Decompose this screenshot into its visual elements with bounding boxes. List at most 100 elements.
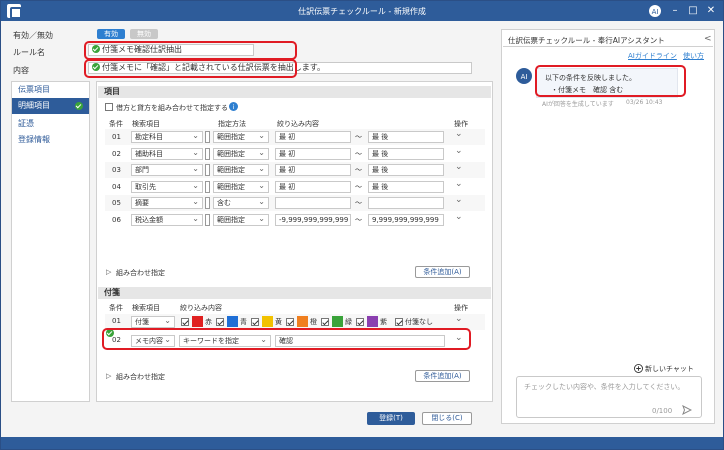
add-condition-button[interactable]: 条件追加(A) bbox=[415, 370, 470, 382]
collapse-chevron-icon[interactable]: < bbox=[704, 34, 712, 44]
highlight-content bbox=[84, 59, 297, 78]
main-panel: 項目 借方と貸方を組み合わせて指定する i 条件 検索項目 指定方法 絞り込み内… bbox=[96, 81, 493, 402]
range-to-input[interactable]: 最 後 bbox=[368, 164, 444, 176]
title-bar: 仕訳伝票チェックルール - 新規作成 AI – □ ✕ bbox=[1, 1, 723, 21]
bottom-bar bbox=[1, 437, 723, 449]
range-to-input[interactable]: 最 後 bbox=[368, 131, 444, 143]
row-menu-chevron-icon[interactable]: ⌄ bbox=[455, 314, 463, 324]
col-header-item: 検索項目 bbox=[132, 120, 160, 128]
send-icon[interactable] bbox=[682, 405, 692, 415]
howto-link[interactable]: 使い方 bbox=[683, 51, 704, 61]
bracket-toggle[interactable] bbox=[205, 197, 210, 209]
combo-expander-icon[interactable]: ▷ bbox=[106, 372, 111, 380]
range-from-input[interactable]: 最 初 bbox=[275, 131, 351, 143]
rule-name-label: ルール名 bbox=[13, 48, 45, 57]
sidebar-item-detail[interactable]: 明細項目 bbox=[12, 98, 89, 114]
close-button[interactable]: 閉じる(C) bbox=[422, 412, 472, 425]
row-menu-chevron-icon[interactable]: ⌄ bbox=[455, 195, 463, 205]
bracket-toggle[interactable] bbox=[205, 180, 210, 193]
range-tilde: ～ bbox=[355, 215, 362, 224]
sticky-color-checkbox[interactable] bbox=[321, 318, 329, 326]
sticky-color-checkbox[interactable] bbox=[181, 318, 189, 326]
sidebar-item-registration[interactable]: 登録情報 bbox=[12, 132, 89, 148]
row-number: 04 bbox=[112, 182, 121, 191]
row-number: 01 bbox=[112, 317, 121, 325]
add-condition-button[interactable]: 条件追加(A) bbox=[415, 266, 470, 278]
range-to-input[interactable]: 最 後 bbox=[368, 147, 444, 160]
sticky-none-label: 付箋なし bbox=[405, 318, 433, 326]
assistant-title: 仕訳伝票チェックルール - 奉行AIアシスタント bbox=[508, 36, 665, 45]
svg-text:i: i bbox=[233, 104, 235, 111]
method-select[interactable]: 範囲指定 bbox=[213, 164, 269, 176]
sticky-color-swatch bbox=[227, 316, 238, 327]
item-select[interactable]: 税込金額 bbox=[131, 213, 203, 226]
method-select[interactable]: 含む bbox=[213, 197, 269, 209]
sidebar-item-slip[interactable]: 伝票項目 bbox=[12, 82, 89, 98]
row-menu-chevron-icon[interactable]: ⌄ bbox=[455, 162, 463, 172]
enabled-on-toggle[interactable]: 有効 bbox=[97, 29, 125, 39]
sticky-color-checkbox[interactable] bbox=[216, 318, 224, 326]
new-chat-icon[interactable] bbox=[634, 364, 643, 373]
sticky-color-swatch bbox=[332, 316, 343, 327]
item-select[interactable]: 勘定科目 bbox=[131, 131, 203, 143]
row-number: 03 bbox=[112, 166, 121, 174]
sticky-color-checkbox[interactable] bbox=[356, 318, 364, 326]
minimize-icon[interactable]: – bbox=[668, 4, 682, 18]
sidebar-item-voucher[interactable]: 証憑 bbox=[12, 116, 89, 132]
range-to-input[interactable]: 9,999,999,999,999 bbox=[368, 213, 444, 226]
row-menu-chevron-icon[interactable]: ⌄ bbox=[455, 146, 463, 156]
row-number: 02 bbox=[112, 149, 121, 158]
row-number: 05 bbox=[112, 199, 121, 207]
combine-checkbox[interactable] bbox=[105, 103, 113, 111]
sticky-color-checkbox[interactable] bbox=[251, 318, 259, 326]
combo-expander-icon[interactable]: ▷ bbox=[106, 268, 111, 276]
sticky-color-swatch bbox=[192, 316, 203, 327]
sticky-color-swatch bbox=[262, 316, 273, 327]
sticky-color-checkbox[interactable] bbox=[286, 318, 294, 326]
enabled-off-toggle[interactable]: 無効 bbox=[130, 29, 158, 39]
range-from-input[interactable]: 最 初 bbox=[275, 180, 351, 193]
info-icon[interactable]: i bbox=[229, 102, 238, 111]
sticky-color-label: 黄 bbox=[275, 318, 282, 326]
range-from-input[interactable] bbox=[275, 197, 351, 209]
col-header-item: 検索項目 bbox=[132, 304, 160, 312]
sticky-item-select[interactable]: 付箋 bbox=[131, 316, 175, 328]
svg-text:AI: AI bbox=[652, 8, 659, 16]
ai-guideline-link[interactable]: AIガイドライン bbox=[628, 51, 677, 61]
combo-label[interactable]: 組み合わせ指定 bbox=[116, 268, 165, 278]
maximize-icon[interactable]: □ bbox=[686, 4, 700, 18]
range-from-input[interactable]: 最 初 bbox=[275, 147, 351, 160]
bracket-toggle[interactable] bbox=[205, 164, 210, 176]
range-tilde: ～ bbox=[355, 182, 362, 191]
range-to-input[interactable] bbox=[368, 197, 444, 209]
new-chat-button[interactable]: 新しいチャット bbox=[645, 364, 694, 374]
assistant-panel: 仕訳伝票チェックルール - 奉行AIアシスタント < AIガイドライン 使い方 … bbox=[501, 29, 715, 424]
bracket-toggle[interactable] bbox=[205, 147, 210, 160]
row-menu-chevron-icon[interactable]: ⌄ bbox=[455, 212, 463, 222]
bracket-toggle[interactable] bbox=[205, 131, 210, 143]
item-select[interactable]: 摘要 bbox=[131, 197, 203, 209]
combo-label[interactable]: 組み合わせ指定 bbox=[116, 372, 165, 382]
item-select[interactable]: 補助科目 bbox=[131, 147, 203, 160]
method-select[interactable]: 範囲指定 bbox=[213, 180, 269, 193]
item-select[interactable]: 部門 bbox=[131, 164, 203, 176]
range-from-input[interactable]: 最 初 bbox=[275, 164, 351, 176]
row-menu-chevron-icon[interactable]: ⌄ bbox=[455, 179, 463, 189]
item-select[interactable]: 取引先 bbox=[131, 180, 203, 193]
range-tilde: ～ bbox=[355, 149, 362, 158]
sidebar-item-label: 明細項目 bbox=[18, 101, 50, 110]
col-header-filter: 絞り込み内容 bbox=[277, 120, 319, 128]
method-select[interactable]: 範囲指定 bbox=[213, 213, 269, 226]
enabled-label: 有効／無効 bbox=[13, 31, 53, 40]
row-menu-chevron-icon[interactable]: ⌄ bbox=[455, 129, 463, 139]
chat-input-placeholder: チェックしたい内容や、条件を入力してください。 bbox=[524, 383, 685, 391]
range-to-input[interactable]: 最 後 bbox=[368, 180, 444, 193]
range-from-input[interactable]: -9,999,999,999,999 bbox=[275, 213, 351, 226]
register-button[interactable]: 登録(T) bbox=[367, 412, 415, 425]
method-select[interactable]: 範囲指定 bbox=[213, 147, 269, 160]
method-select[interactable]: 範囲指定 bbox=[213, 131, 269, 143]
sticky-none-checkbox[interactable] bbox=[395, 318, 403, 326]
close-icon[interactable]: ✕ bbox=[704, 4, 718, 18]
bracket-toggle[interactable] bbox=[205, 213, 210, 226]
chat-input[interactable]: チェックしたい内容や、条件を入力してください。 0/100 bbox=[516, 376, 702, 418]
